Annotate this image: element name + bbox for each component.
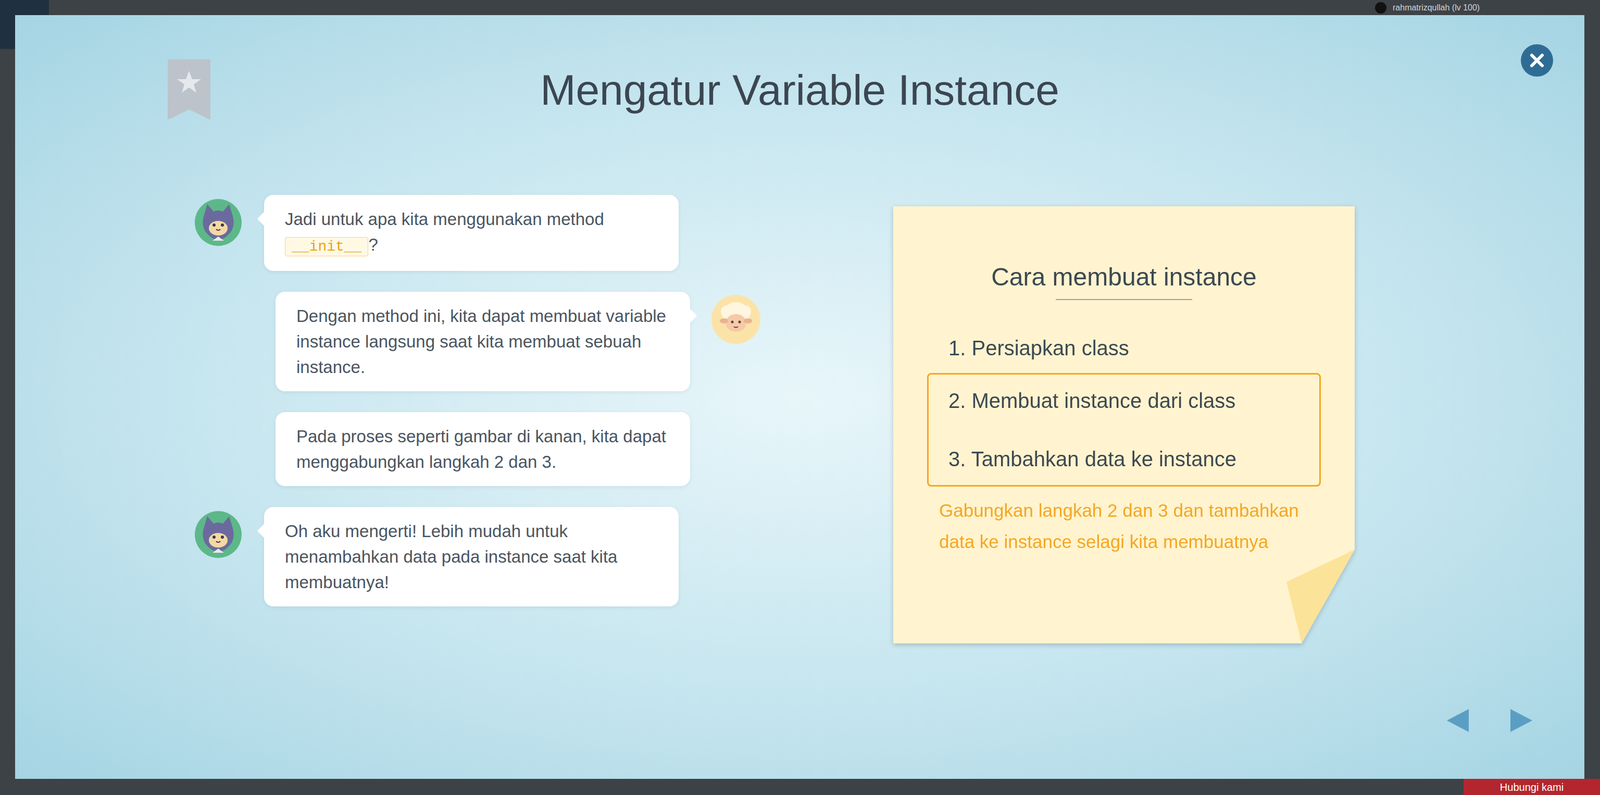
note-card: Cara membuat instance 1. Persiapkan class… (893, 206, 1355, 644)
chat-bubble: Pada proses seperti gambar di kanan, kit… (275, 411, 691, 486)
prev-button[interactable] (1445, 707, 1470, 733)
help-button[interactable]: Hubungi kami (1463, 778, 1600, 795)
chat-row: Oh aku mengerti! Lebih mudah untuk menam… (194, 506, 761, 607)
highlight-box: 2. Membuat instance dari class 3. Tambahk… (927, 372, 1321, 487)
arrow-left-icon (1445, 707, 1470, 733)
navigation (1445, 707, 1534, 733)
sheep-avatar-icon (711, 294, 761, 344)
chat-row: Dengan method ini, kita dapat membuat va… (275, 291, 761, 392)
cat-avatar-icon (194, 510, 242, 558)
inline-code: __init__ (284, 236, 369, 257)
dialog-title: Mengatur Variable Instance (15, 63, 1585, 118)
backdrop-user: rahmatrizqullah (lv 100) (1375, 2, 1480, 14)
bookmark-icon[interactable] (166, 59, 212, 120)
arrow-right-icon (1509, 707, 1534, 733)
chat-bubble: Oh aku mengerti! Lebih mudah untuk menam… (264, 506, 679, 607)
note-step: 3. Tambahkan data ke instance (948, 445, 1300, 473)
chat-row: Jadi untuk apa kita menggunakan method _… (194, 194, 761, 271)
chat: Jadi untuk apa kita menggunakan method _… (194, 194, 761, 607)
close-icon (1529, 52, 1545, 69)
chat-bubble: Jadi untuk apa kita menggunakan method _… (264, 194, 679, 271)
chat-bubble: Dengan method ini, kita dapat membuat va… (275, 291, 691, 392)
dialog: Mengatur Variable Instance Jadi untuk apa… (15, 15, 1585, 779)
close-button[interactable] (1520, 44, 1554, 77)
note-title: Cara membuat instance (893, 261, 1355, 293)
note-hint: Gabungkan langkah 2 dan 3 dan tambahkan … (893, 494, 1355, 558)
chat-row: Pada proses seperti gambar di kanan, kit… (275, 411, 761, 486)
dialog-body: Jadi untuk apa kita menggunakan method _… (15, 194, 1585, 644)
note-step: 1. Persiapkan class (948, 334, 1300, 362)
next-button[interactable] (1509, 707, 1534, 733)
note-step: 2. Membuat instance dari class (948, 386, 1300, 415)
cat-avatar-icon (194, 198, 242, 246)
page: rahmatrizqullah (lv 100)Hubungi kamiMeng… (0, 0, 1600, 795)
dialog-header: Mengatur Variable Instance (15, 15, 1585, 118)
note-fold-icon (893, 206, 1355, 644)
